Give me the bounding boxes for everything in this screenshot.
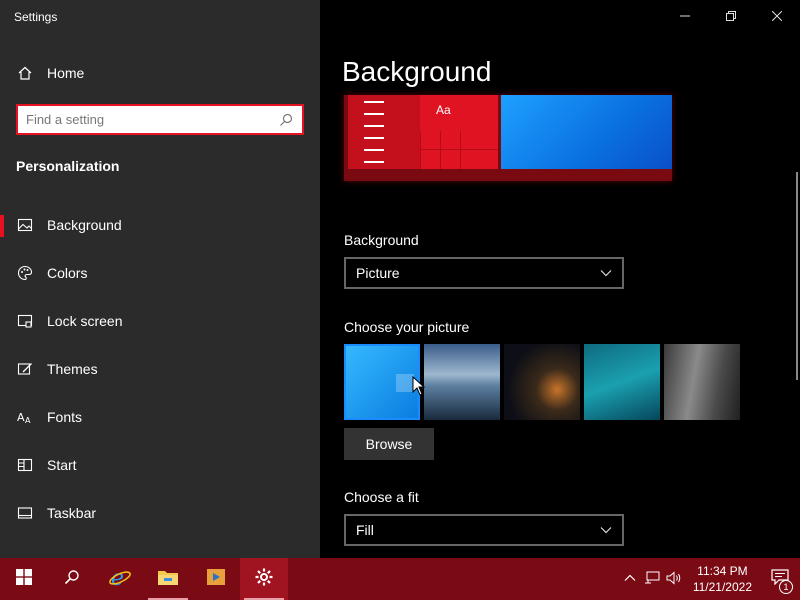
picture-thumbnail-3[interactable]	[504, 344, 580, 420]
clock[interactable]: 11:34 PM 11/21/2022	[685, 563, 760, 595]
home-label: Home	[47, 65, 85, 81]
sidebar-item-label: Taskbar	[47, 505, 97, 521]
close-button[interactable]	[754, 0, 800, 32]
picture-thumbnail-5[interactable]	[664, 344, 740, 420]
sidebar-item-start[interactable]: Start	[0, 441, 320, 489]
minimize-button[interactable]	[662, 0, 708, 32]
preview-start-menu	[348, 95, 420, 169]
show-hidden-icons-button[interactable]	[619, 558, 641, 600]
search-input[interactable]	[26, 112, 278, 127]
sidebar-item-fonts[interactable]: AA Fonts	[0, 393, 320, 441]
picture-thumbnail-4[interactable]	[584, 344, 660, 420]
file-explorer-button[interactable]	[144, 558, 192, 600]
preview-desktop	[501, 95, 672, 169]
start-button[interactable]	[0, 558, 48, 600]
scrollbar[interactable]	[796, 172, 798, 380]
sidebar-item-taskbar[interactable]: Taskbar	[0, 489, 320, 537]
choose-picture-label: Choose your picture	[344, 319, 470, 335]
folder-icon	[157, 568, 179, 591]
section-title: Personalization	[16, 158, 120, 174]
mouse-cursor-icon	[412, 375, 426, 401]
window-controls	[662, 0, 800, 32]
clock-date: 11/21/2022	[692, 580, 752, 594]
restore-icon	[726, 8, 736, 24]
fonts-icon: AA	[17, 409, 33, 425]
system-tray: 11:34 PM 11/21/2022 1	[619, 558, 800, 600]
home-link[interactable]: Home	[0, 56, 320, 90]
sidebar-item-label: Start	[47, 457, 77, 473]
sidebar-item-label: Background	[47, 217, 122, 233]
themes-icon	[17, 361, 33, 377]
main-content: Background Aa Background Picture Choose …	[320, 0, 800, 558]
video-icon	[206, 567, 226, 592]
close-icon	[771, 8, 783, 24]
sidebar-item-colors[interactable]: Colors	[0, 249, 320, 297]
clock-time: 11:34 PM	[697, 564, 748, 578]
notification-badge: 1	[779, 580, 793, 594]
picture-thumbnails	[344, 344, 740, 420]
sidebar-item-label: Colors	[47, 265, 88, 281]
volume-button[interactable]	[663, 558, 685, 600]
background-dropdown-value: Picture	[356, 265, 400, 281]
network-icon	[644, 571, 660, 588]
internet-explorer-button[interactable]: e	[96, 558, 144, 600]
sidebar: Settings Home Personalization Background…	[0, 0, 320, 558]
settings-taskbar-button[interactable]	[240, 558, 288, 600]
minimize-icon	[680, 8, 690, 24]
sidebar-item-label: Lock screen	[47, 313, 123, 329]
page-title: Background	[342, 56, 492, 87]
fit-dropdown[interactable]: Fill	[344, 514, 624, 546]
home-icon	[17, 65, 33, 81]
chevron-down-icon	[600, 524, 612, 536]
start-icon	[17, 457, 33, 473]
windows-logo-icon	[16, 568, 32, 590]
chevron-down-icon	[600, 267, 612, 279]
sidebar-nav: Background Colors Lock screen Themes AA …	[0, 201, 320, 537]
choose-fit-label: Choose a fit	[344, 489, 419, 505]
background-preview: Aa	[344, 95, 672, 181]
gear-icon	[254, 567, 274, 592]
lock-screen-icon	[17, 313, 33, 329]
svg-text:A: A	[25, 416, 31, 425]
search-box[interactable]	[16, 104, 304, 135]
chevron-up-icon	[624, 572, 636, 587]
internet-explorer-icon: e	[108, 565, 132, 594]
sidebar-item-label: Themes	[47, 361, 98, 377]
search-icon[interactable]	[278, 112, 294, 128]
palette-icon	[17, 265, 33, 281]
preview-font-sample: Aa	[436, 103, 451, 117]
picture-thumbnail-1[interactable]	[344, 344, 420, 420]
search-icon	[64, 569, 80, 590]
media-player-button[interactable]	[192, 558, 240, 600]
background-dropdown[interactable]: Picture	[344, 257, 624, 289]
taskbar-search-button[interactable]	[48, 558, 96, 600]
network-button[interactable]	[641, 558, 663, 600]
restore-button[interactable]	[708, 0, 754, 32]
picture-icon	[17, 217, 33, 233]
taskbar: e 11:34 PM 11/21/2022 1	[0, 558, 800, 600]
taskbar-icon	[17, 505, 33, 521]
sidebar-item-label: Fonts	[47, 409, 83, 425]
sidebar-item-themes[interactable]: Themes	[0, 345, 320, 393]
speaker-icon	[666, 570, 682, 588]
svg-text:A: A	[17, 411, 25, 424]
preview-tile-grid	[420, 131, 498, 169]
picture-thumbnail-2[interactable]	[424, 344, 500, 420]
sidebar-item-background[interactable]: Background	[0, 201, 320, 249]
browse-button[interactable]: Browse	[344, 428, 434, 460]
fit-dropdown-value: Fill	[356, 522, 374, 538]
sidebar-item-lock-screen[interactable]: Lock screen	[0, 297, 320, 345]
app-title: Settings	[14, 10, 58, 24]
background-label: Background	[344, 232, 419, 248]
action-center-button[interactable]: 1	[760, 558, 800, 600]
